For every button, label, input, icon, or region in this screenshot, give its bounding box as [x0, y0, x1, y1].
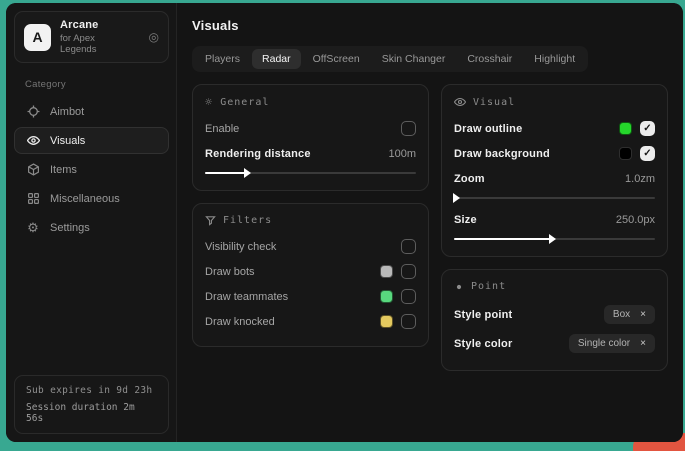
- tab-crosshair[interactable]: Crosshair: [457, 49, 522, 69]
- style-point-value: Box: [613, 309, 630, 320]
- draw-bots-color-swatch[interactable]: [380, 265, 393, 278]
- panel-title: Point: [471, 281, 506, 292]
- sun-icon: ☼: [205, 96, 213, 108]
- draw-outline-checkbox[interactable]: ✓: [640, 121, 655, 136]
- eye-icon: [26, 134, 40, 148]
- sidebar-nav: Aimbot Visuals Items: [6, 98, 176, 241]
- app-name: Arcane: [60, 19, 131, 31]
- panel-title: General: [220, 97, 269, 108]
- dot-icon: [454, 282, 464, 292]
- slider-thumb[interactable]: [453, 193, 460, 203]
- subscription-info-card: Sub expires in 9d 23h Session duration 2…: [14, 375, 169, 434]
- tab-radar[interactable]: Radar: [252, 49, 301, 69]
- category-label: Category: [25, 79, 176, 90]
- draw-bots-checkbox[interactable]: [401, 264, 416, 279]
- main-content: Visuals Players Radar OffScreen Skin Cha…: [177, 3, 683, 442]
- tab-skin-changer[interactable]: Skin Changer: [372, 49, 456, 69]
- draw-teammates-label: Draw teammates: [205, 291, 372, 303]
- close-icon[interactable]: ×: [640, 310, 646, 320]
- slider-thumb[interactable]: [244, 168, 251, 178]
- enable-checkbox[interactable]: [401, 121, 416, 136]
- zoom-slider[interactable]: [454, 194, 655, 202]
- sidebar-item-settings[interactable]: ⚙ Settings: [14, 214, 169, 241]
- session-duration-text: Session duration 2m 56s: [26, 402, 157, 424]
- zoom-value: 1.0zm: [625, 173, 655, 185]
- size-value: 250.0px: [616, 214, 655, 226]
- check-icon: ✓: [643, 149, 651, 159]
- sidebar-header-card: A Arcane for Apex Legends ◎: [14, 11, 169, 63]
- style-color-value: Single color: [578, 338, 630, 349]
- sidebar-item-label: Aimbot: [50, 106, 84, 118]
- panel-general: ☼ General Enable Rendering distance 100m: [192, 84, 429, 191]
- draw-outline-color-swatch[interactable]: [619, 122, 632, 135]
- tab-offscreen[interactable]: OffScreen: [303, 49, 370, 69]
- draw-bots-label: Draw bots: [205, 266, 372, 278]
- panel-title: Visual: [473, 97, 515, 108]
- style-point-label: Style point: [454, 309, 596, 321]
- eye-icon: [454, 96, 466, 108]
- draw-outline-label: Draw outline: [454, 123, 611, 135]
- draw-knocked-color-swatch[interactable]: [380, 315, 393, 328]
- sidebar-item-visuals[interactable]: Visuals: [14, 127, 169, 154]
- crosshair-icon: [26, 105, 40, 119]
- panel-title: Filters: [223, 215, 272, 226]
- draw-knocked-label: Draw knocked: [205, 316, 372, 328]
- gear-icon: ⚙: [26, 221, 40, 235]
- target-icon[interactable]: ◎: [149, 31, 159, 43]
- draw-background-label: Draw background: [454, 148, 611, 160]
- check-icon: ✓: [643, 124, 651, 134]
- app-logo: A: [24, 24, 51, 51]
- panel-visual: Visual Draw outline ✓ Draw background ✓: [441, 84, 668, 257]
- style-point-select[interactable]: Box ×: [604, 305, 655, 324]
- sub-expires-text: Sub expires in 9d 23h: [26, 385, 157, 396]
- slider-thumb[interactable]: [549, 234, 556, 244]
- zoom-label: Zoom: [454, 173, 617, 185]
- sidebar-item-items[interactable]: Items: [14, 156, 169, 183]
- draw-background-color-swatch[interactable]: [619, 147, 632, 160]
- style-color-select[interactable]: Single color ×: [569, 334, 655, 353]
- draw-teammates-color-swatch[interactable]: [380, 290, 393, 303]
- style-color-label: Style color: [454, 338, 561, 350]
- panel-filters: Filters Visibility check Draw bots Draw …: [192, 203, 429, 347]
- size-label: Size: [454, 214, 608, 226]
- sidebar-item-label: Settings: [50, 222, 90, 234]
- draw-knocked-checkbox[interactable]: [401, 314, 416, 329]
- sidebar: A Arcane for Apex Legends ◎ Category Aim…: [6, 3, 177, 442]
- app-subtitle: for Apex Legends: [60, 33, 131, 55]
- sidebar-item-aimbot[interactable]: Aimbot: [14, 98, 169, 125]
- grid-icon: [26, 192, 40, 206]
- draw-background-checkbox[interactable]: ✓: [640, 146, 655, 161]
- sidebar-item-label: Miscellaneous: [50, 193, 120, 205]
- funnel-icon: [205, 215, 216, 226]
- rendering-distance-label: Rendering distance: [205, 148, 380, 160]
- draw-teammates-checkbox[interactable]: [401, 289, 416, 304]
- page-title: Visuals: [192, 18, 668, 33]
- rendering-distance-value: 100m: [388, 148, 416, 160]
- size-slider[interactable]: [454, 235, 655, 243]
- sidebar-item-label: Visuals: [50, 135, 85, 147]
- tab-highlight[interactable]: Highlight: [524, 49, 585, 69]
- sidebar-item-label: Items: [50, 164, 77, 176]
- visibility-check-label: Visibility check: [205, 241, 393, 253]
- package-icon: [26, 163, 40, 177]
- tab-players[interactable]: Players: [195, 49, 250, 69]
- rendering-distance-slider[interactable]: [205, 169, 416, 177]
- panel-point: Point Style point Box × Style color Sing…: [441, 269, 668, 371]
- enable-label: Enable: [205, 123, 393, 135]
- visuals-tabbar: Players Radar OffScreen Skin Changer Cro…: [192, 46, 588, 72]
- app-window: A Arcane for Apex Legends ◎ Category Aim…: [6, 3, 683, 442]
- sidebar-item-miscellaneous[interactable]: Miscellaneous: [14, 185, 169, 212]
- close-icon[interactable]: ×: [640, 339, 646, 349]
- visibility-check-checkbox[interactable]: [401, 239, 416, 254]
